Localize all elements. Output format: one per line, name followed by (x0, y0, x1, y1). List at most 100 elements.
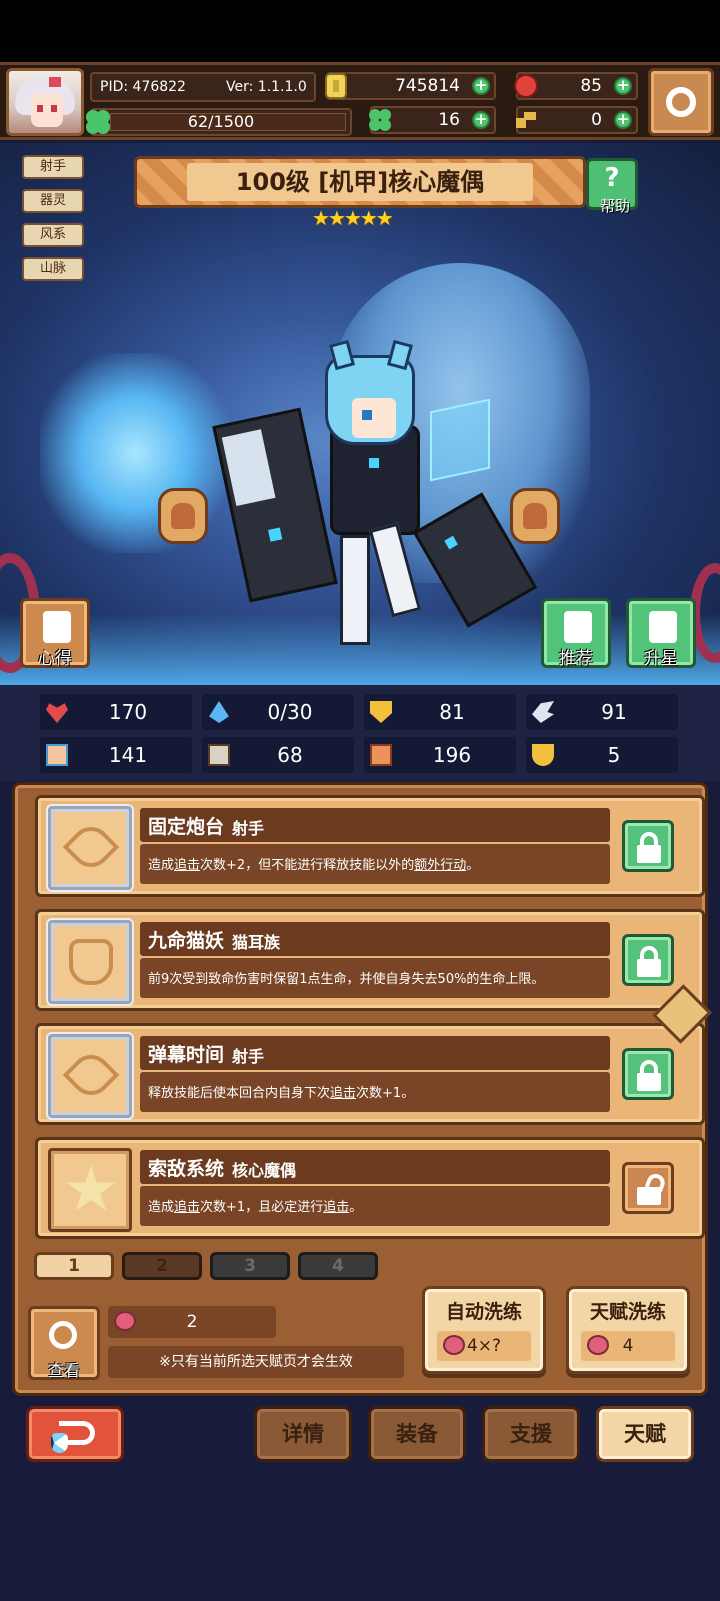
talent-wash-button[interactable]: 天赋洗练 4 (566, 1286, 690, 1374)
status-bar-area (0, 0, 720, 62)
talent-lock-button[interactable] (622, 820, 674, 872)
talent-tag: 猫耳族 (232, 933, 281, 952)
boot-icon (370, 744, 392, 766)
talent-name: 弹幕时间 (148, 1044, 225, 1066)
key-icon (516, 112, 536, 128)
talent-name: 固定炮台 (148, 816, 225, 838)
cat-icon (69, 939, 113, 985)
talent-unlock-button[interactable] (622, 1162, 674, 1214)
tab-page-4[interactable]: 4 (298, 1252, 378, 1280)
fruit-counter: 2 (108, 1306, 276, 1338)
recommend-button[interactable]: 推荐 (541, 598, 611, 669)
stat-defense: 81 (364, 694, 516, 730)
fist-icon (46, 744, 68, 766)
fruit-icon (587, 1335, 609, 1355)
gold-coin-icon (325, 73, 347, 99)
talent-wash-label: 天赋洗练 (589, 1301, 666, 1323)
help-label: 帮助 (599, 197, 630, 215)
talent-name: 九命猫妖 (148, 930, 225, 952)
tab-page-3[interactable]: 3 (210, 1252, 290, 1280)
talent-card-4[interactable]: 索敌系统 核心魔偶 造成追击次数+1，且必定进行追击。 (35, 1137, 705, 1239)
notes-button[interactable]: 心得 (20, 598, 90, 669)
tag-archer[interactable]: 射手 (22, 155, 84, 179)
talent-card-1[interactable]: 固定炮台 射手 造成追击次数+2，但不能进行释放技能以外的额外行动。 (35, 795, 705, 897)
fruit-amount: 2 (186, 1312, 198, 1332)
prev-hero-medal[interactable] (158, 488, 208, 544)
bow-icon (62, 818, 120, 876)
view-label: 查看 (47, 1361, 80, 1380)
tag-wind[interactable]: 风系 (22, 223, 84, 247)
lock-icon (637, 959, 661, 977)
clover-icon (369, 109, 391, 131)
nav-details[interactable]: 详情 (254, 1406, 352, 1462)
talent-desc: 释放技能后使本回合内自身下次追击次数+1。 (148, 1086, 415, 1101)
stat-luck: 5 (526, 737, 678, 773)
talent-desc: 造成追击次数+1，且必定进行追击。 (148, 1200, 363, 1215)
star-up-button[interactable]: 升星 (626, 598, 696, 669)
talent-card-2[interactable]: 九命猫妖 猫耳族 前9次受到致命伤害时保留1点生命，并使自身失去50%的生命上限… (35, 909, 705, 1011)
talent-desc: 前9次受到致命伤害时保留1点生命，并使自身失去50%的生命上限。 (148, 972, 545, 987)
page-notice: ※只有当前所选天赋页才会生效 (108, 1346, 404, 1378)
lock-icon (637, 1073, 661, 1091)
ruby-amount: 85 (580, 76, 602, 96)
tab-page-2[interactable]: 2 (122, 1252, 202, 1280)
book-icon (208, 744, 230, 766)
add-ruby-button[interactable]: + (614, 77, 632, 95)
ruby-counter: 85 + (514, 72, 638, 100)
bow-icon (62, 1046, 120, 1104)
game-version: Ver: 1.1.1.0 (226, 79, 307, 95)
back-button[interactable] (26, 1406, 124, 1462)
heart-icon (46, 703, 68, 723)
exp-bar: 62/1500 (90, 108, 352, 136)
auto-wash-label: 自动洗练 (445, 1301, 522, 1323)
recommend-label: 推荐 (559, 649, 593, 669)
talent-icon-box (48, 1148, 132, 1232)
talent-desc: 造成追击次数+2，但不能进行释放技能以外的额外行动。 (148, 858, 480, 873)
notes-label: 心得 (38, 649, 72, 669)
add-key-button[interactable]: + (614, 111, 632, 129)
talent-tag: 核心魔偶 (232, 1161, 297, 1180)
stat-hp: 170 (40, 694, 192, 730)
magnifier-icon (49, 1321, 77, 1349)
nav-equipment[interactable]: 装备 (368, 1406, 466, 1462)
thumbs-up-icon (564, 611, 592, 643)
talent-card-3[interactable]: 弹幕时间 射手 释放技能后使本回合内自身下次追击次数+1。 (35, 1023, 705, 1125)
next-hero-medal[interactable] (510, 488, 560, 544)
star-icon (66, 1165, 116, 1211)
question-icon: ? (604, 163, 620, 193)
nav-support[interactable]: 支援 (482, 1406, 580, 1462)
talent-tag: 射手 (232, 1047, 265, 1066)
player-avatar[interactable] (6, 68, 84, 136)
nav-talent[interactable]: 天赋 (596, 1406, 694, 1462)
stat-magic: 68 (202, 737, 354, 773)
wing-icon (532, 701, 554, 723)
hero-title: 100级 [机甲]核心魔偶 (187, 163, 533, 201)
key-amount: 0 (591, 110, 602, 130)
add-gold-button[interactable]: + (472, 77, 490, 95)
talent-tag: 射手 (232, 819, 265, 838)
tag-mountain[interactable]: 山脉 (22, 257, 84, 281)
help-button[interactable]: ? 帮助 (586, 158, 638, 215)
key-counter: 0 + (516, 106, 638, 134)
add-clover-button[interactable]: + (472, 111, 490, 129)
auto-wash-button[interactable]: 自动洗练 4×? (422, 1286, 546, 1374)
talent-lock-button[interactable] (622, 934, 674, 986)
talent-lock-button[interactable] (622, 1048, 674, 1100)
hero-tags: 射手 器灵 风系 山脉 (22, 155, 84, 291)
ruby-icon (514, 74, 538, 98)
pid-version-row: PID: 476822 Ver: 1.1.1.0 (90, 72, 316, 102)
notes-icon (43, 611, 71, 643)
talent-name: 索敌系统 (148, 1158, 225, 1180)
stat-attack: 141 (40, 737, 192, 773)
settings-button[interactable] (648, 68, 714, 136)
gold-amount: 745814 (395, 76, 460, 96)
player-id: PID: 476822 (100, 79, 186, 95)
magnet-icon (532, 744, 554, 766)
stat-agility: 196 (364, 737, 516, 773)
hero-sprite (212, 339, 540, 665)
view-button[interactable]: 查看 (28, 1306, 100, 1380)
stat-speed: 91 (526, 694, 678, 730)
tag-spirit[interactable]: 器灵 (22, 189, 84, 213)
stat-mana: 0/30 (202, 694, 354, 730)
tab-page-1[interactable]: 1 (34, 1252, 114, 1280)
